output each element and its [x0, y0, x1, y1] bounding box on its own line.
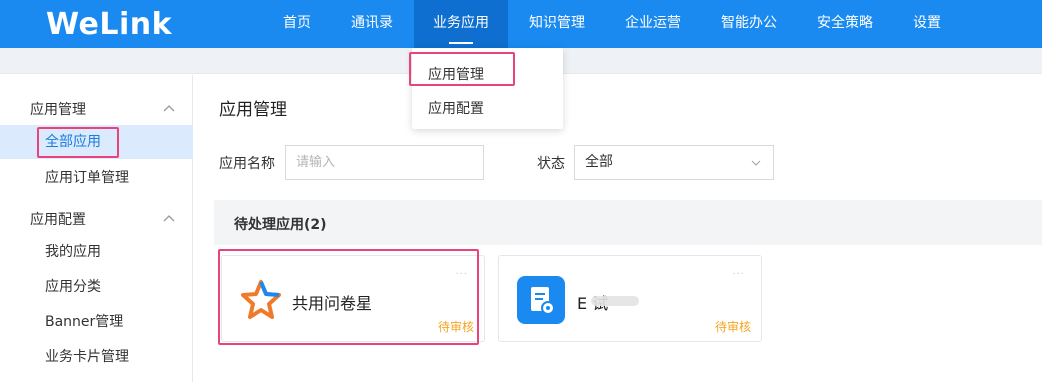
nav-settings-label: 设置	[913, 15, 941, 31]
highlight-box	[218, 249, 479, 345]
highlight-box	[37, 127, 119, 158]
chevron-up-icon[interactable]	[163, 103, 175, 115]
nav-knowledge-label: 知识管理	[529, 15, 585, 31]
status-badge: 待审核	[714, 320, 751, 334]
nav-contacts-label: 通讯录	[351, 15, 393, 31]
redacted-text	[591, 296, 639, 306]
dropdown-item-app-config[interactable]: 应用配置	[428, 98, 484, 118]
sidebar-item-app-orders[interactable]: 应用订单管理	[0, 161, 193, 195]
nav-home-label: 首页	[283, 15, 311, 31]
sidebar-item-my-apps[interactable]: 我的应用	[0, 235, 193, 269]
active-nav-underline	[449, 42, 473, 44]
chevron-up-icon[interactable]	[163, 213, 175, 225]
sidebar-item-banner[interactable]: Banner管理	[0, 305, 193, 339]
status-select[interactable]: 全部	[574, 145, 774, 180]
nav-security-label: 安全策略	[817, 15, 873, 31]
app-card[interactable]: E 试 ··· 待审核	[498, 255, 762, 342]
chevron-down-icon	[751, 160, 761, 166]
pending-apps-header: 待处理应用(2)	[214, 200, 1042, 245]
nav-smart-office-label: 智能办公	[721, 15, 777, 31]
logo-text: WeLink	[46, 6, 173, 42]
nav-business-apps-label: 业务应用	[433, 15, 489, 31]
sidebar: 应用管理 全部应用 应用订单管理 应用配置 我的应用 应用分类 Banner管理…	[0, 75, 193, 382]
more-options-icon[interactable]: ···	[732, 270, 745, 280]
status-label: 状态	[537, 156, 565, 172]
nav-settings[interactable]: 设置	[904, 0, 950, 48]
document-settings-icon	[517, 276, 565, 324]
sidebar-item-app-categories[interactable]: 应用分类	[0, 270, 193, 304]
highlight-box	[409, 52, 515, 86]
nav-operations-label: 企业运营	[625, 15, 681, 31]
nav-home[interactable]: 首页	[274, 0, 320, 48]
page-title: 应用管理	[219, 100, 287, 120]
pending-apps-title: 待处理应用(2)	[234, 217, 327, 233]
top-navbar: WeLink 首页 通讯录 业务应用 知识管理 企业运营 智能办公 安全策略 设…	[0, 0, 1042, 48]
nav-security[interactable]: 安全策略	[806, 0, 884, 48]
sidebar-group-app-management[interactable]: 应用管理	[30, 99, 86, 119]
app-name-input[interactable]	[285, 145, 484, 180]
nav-knowledge[interactable]: 知识管理	[518, 0, 596, 48]
sidebar-item-business-cards[interactable]: 业务卡片管理	[0, 340, 193, 374]
nav-business-apps[interactable]: 业务应用	[414, 0, 508, 48]
app-name-label: 应用名称	[219, 156, 275, 172]
nav-smart-office[interactable]: 智能办公	[710, 0, 788, 48]
status-select-value: 全部	[585, 154, 613, 170]
nav-contacts[interactable]: 通讯录	[342, 0, 402, 48]
welink-logo[interactable]: WeLink	[46, 6, 172, 42]
nav-operations[interactable]: 企业运营	[614, 0, 692, 48]
sidebar-group-app-config[interactable]: 应用配置	[30, 209, 86, 229]
